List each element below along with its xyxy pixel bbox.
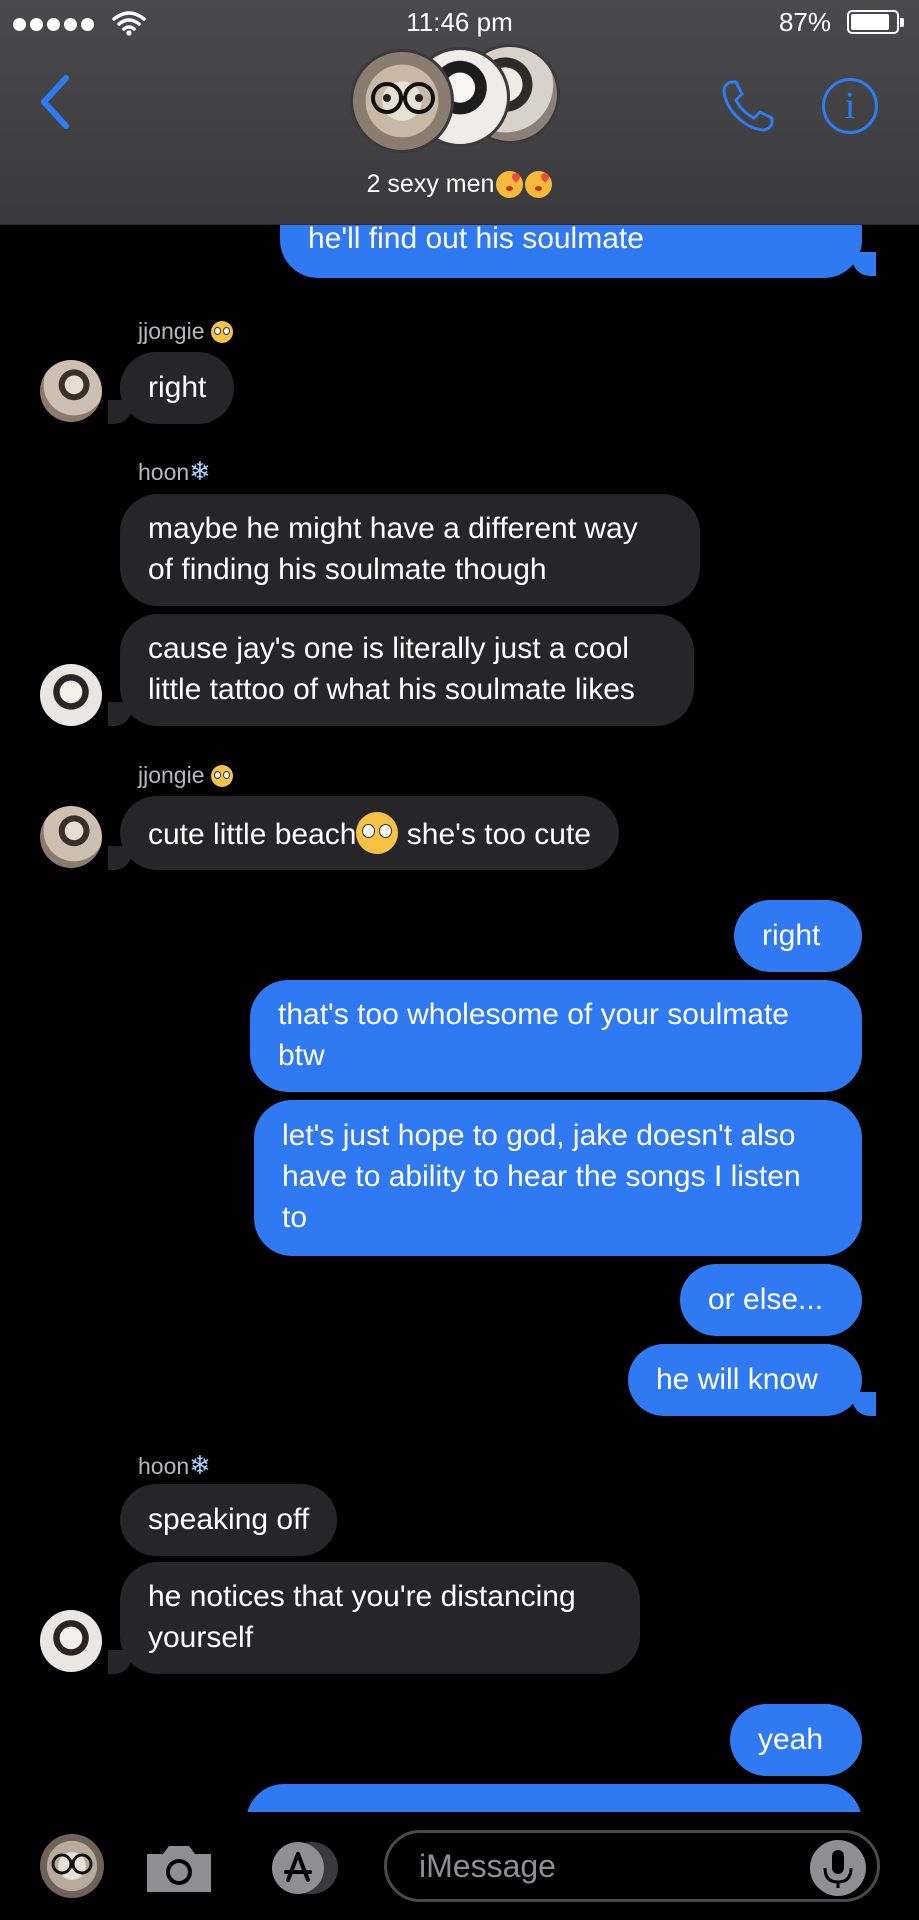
pleading-face-icon xyxy=(210,765,233,787)
message-bubble-incoming[interactable]: cute little beach she's too cute xyxy=(120,796,619,870)
avatar[interactable] xyxy=(40,360,102,422)
pleading-face-icon xyxy=(356,812,399,854)
message-bubble-outgoing[interactable]: he will know xyxy=(628,1344,862,1416)
message-bubble-outgoing[interactable]: or else... xyxy=(680,1264,862,1336)
sender-name: jjongie xyxy=(138,762,233,789)
snowflake-icon: ❄ xyxy=(189,1450,211,1480)
bubble-tail xyxy=(108,400,132,424)
battery-icon xyxy=(847,10,904,34)
bubble-tail xyxy=(108,1650,132,1674)
camera-icon[interactable] xyxy=(143,1842,215,1894)
info-icon[interactable]: i xyxy=(822,78,878,134)
bubble-tail xyxy=(108,702,132,726)
message-bubble-outgoing[interactable]: let's just hope to god, jake doesn't als… xyxy=(254,1100,862,1256)
avatar[interactable] xyxy=(40,1610,102,1672)
compose-bar xyxy=(0,1812,919,1920)
app-store-icon[interactable] xyxy=(262,1840,344,1896)
group-name[interactable]: 2 sexy men xyxy=(0,170,919,199)
pleading-face-icon xyxy=(210,321,233,343)
kissing-face-icon xyxy=(525,171,553,198)
avatar[interactable] xyxy=(40,806,102,868)
microphone-icon xyxy=(823,1850,853,1888)
message-bubble-incoming[interactable]: speaking off xyxy=(120,1484,338,1556)
glasses-cat-icon xyxy=(371,82,435,114)
sender-name: hoon❄ xyxy=(138,456,211,486)
sender-name: jjongie xyxy=(138,318,233,345)
snowflake-icon: ❄ xyxy=(189,456,211,486)
message-input[interactable] xyxy=(384,1830,880,1902)
kissing-face-icon xyxy=(496,171,524,198)
bubble-tail xyxy=(852,252,876,276)
bubble-tail xyxy=(852,1392,876,1416)
message-bubble-outgoing-partial[interactable] xyxy=(246,1784,862,1812)
microphone-button[interactable] xyxy=(810,1840,866,1896)
phone-icon[interactable] xyxy=(718,76,778,136)
memoji-avatar-button[interactable] xyxy=(40,1834,104,1898)
message-bubble-incoming[interactable]: he notices that you're distancing yourse… xyxy=(120,1562,640,1674)
message-bubble-outgoing[interactable]: he'll find out his soulmate xyxy=(280,224,862,278)
message-bubble-outgoing[interactable]: yeah xyxy=(730,1704,862,1776)
sender-name: hoon❄ xyxy=(138,1450,211,1480)
message-bubble-incoming[interactable]: maybe he might have a different way of f… xyxy=(120,494,700,606)
message-bubble-incoming[interactable]: right xyxy=(120,352,235,424)
message-bubble-outgoing[interactable]: right xyxy=(734,900,862,972)
bubble-tail xyxy=(108,846,132,870)
message-thread[interactable]: he'll find out his soulmate jjongie righ… xyxy=(0,224,919,1812)
glasses-icon xyxy=(51,1853,93,1875)
avatar xyxy=(350,49,454,153)
avatar[interactable] xyxy=(40,664,102,726)
message-bubble-outgoing[interactable]: that's too wholesome of your soulmate bt… xyxy=(250,980,862,1092)
battery-percentage: 87% xyxy=(778,7,831,37)
conversation-header: 11:46 pm 87% 2 sexy men i xyxy=(0,0,919,225)
message-bubble-incoming[interactable]: cause jay's one is literally just a cool… xyxy=(120,614,694,726)
back-chevron-icon[interactable] xyxy=(34,72,78,132)
group-avatars[interactable] xyxy=(350,44,570,154)
status-bar: 11:46 pm 87% xyxy=(0,0,919,44)
